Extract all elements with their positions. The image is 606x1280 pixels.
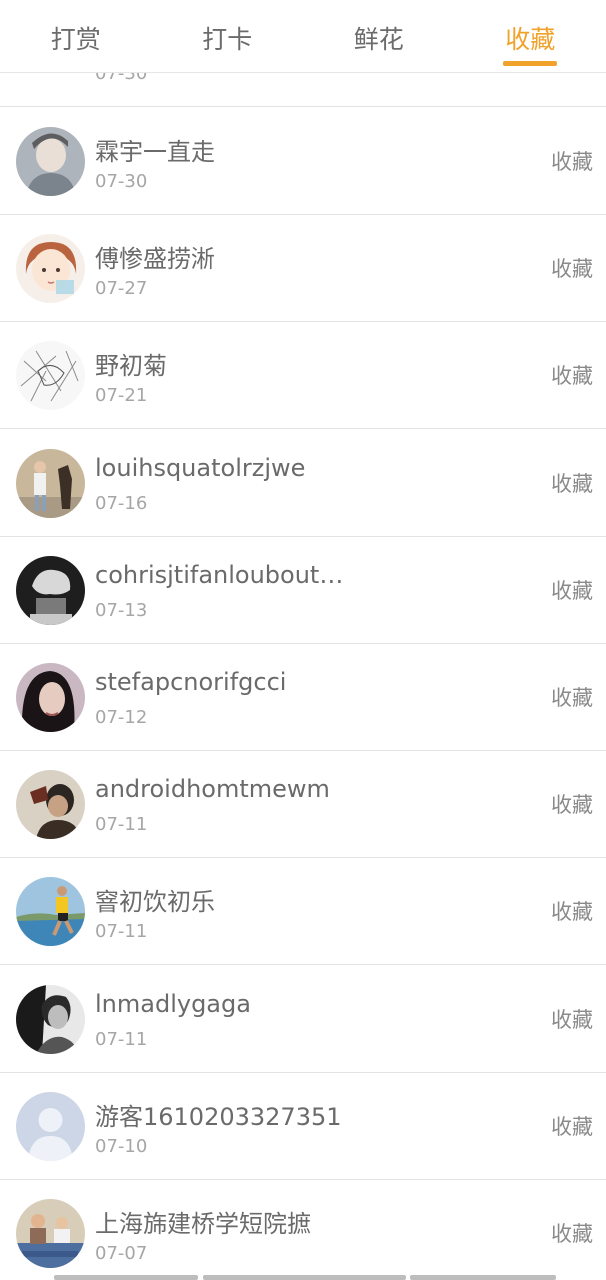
tab-bar: 打赏 打卡 鲜花 收藏: [0, 0, 606, 73]
avatar-person-dog-icon[interactable]: [16, 449, 85, 518]
bottom-bar-segment: [54, 1275, 198, 1280]
avatar-cartoon-girl-icon[interactable]: [16, 234, 85, 303]
date-label: 07-10: [95, 1136, 148, 1157]
date-label: 07-30: [95, 171, 148, 192]
avatar-man-bw-icon[interactable]: [16, 985, 85, 1054]
favorite-action-label[interactable]: 收藏: [551, 253, 593, 283]
user-name: 游客1610203327351: [95, 1103, 342, 1131]
bottom-edge-bars: [0, 1274, 606, 1280]
list-item[interactable]: 霖宇一直走 07-30 收藏: [0, 108, 606, 215]
date-label: 07-16: [95, 493, 148, 514]
favorite-action-label[interactable]: 收藏: [551, 468, 593, 498]
bottom-bar-segment: [203, 1275, 406, 1280]
active-tab-indicator: [503, 61, 558, 66]
favorite-action-label[interactable]: 收藏: [551, 360, 593, 390]
tab-reward[interactable]: 打赏: [0, 0, 152, 72]
tab-label: 打卡: [202, 25, 253, 54]
tab-checkin[interactable]: 打卡: [152, 0, 304, 72]
favorite-action-label[interactable]: 收藏: [551, 789, 593, 819]
list-item[interactable]: lnmadlygaga 07-11 收藏: [0, 966, 606, 1073]
date-label: 07-11: [95, 1029, 148, 1050]
user-name: androidhomtmewm: [95, 775, 330, 803]
avatar-person-grey-icon[interactable]: [16, 127, 85, 196]
tab-label: 打赏: [50, 25, 101, 54]
tab-flowers[interactable]: 鲜花: [303, 0, 455, 72]
list-item[interactable]: 游客1610203327351 07-10 收藏: [0, 1073, 606, 1180]
bottom-bar-segment: [410, 1275, 556, 1280]
list-item[interactable]: 窨初饮初乐 07-11 收藏: [0, 858, 606, 965]
favorite-action-label[interactable]: 收藏: [551, 1111, 593, 1141]
favorite-action-label[interactable]: 收藏: [551, 682, 593, 712]
list-item[interactable]: louihsquatolrzjwe 07-16 收藏: [0, 430, 606, 537]
date-label: 07-13: [95, 600, 148, 621]
avatar-group-photo-icon[interactable]: [16, 1199, 85, 1268]
date-label: 07-27: [95, 278, 148, 299]
user-name: lnmadlygaga: [95, 990, 251, 1018]
list-item[interactable]: androidhomtmewm 07-11 收藏: [0, 751, 606, 858]
favorite-action-label[interactable]: 收藏: [551, 896, 593, 926]
user-name: 上海旆建桥学短院摭: [95, 1210, 311, 1238]
user-name: 窨初饮初乐: [95, 888, 215, 916]
list-item[interactable]: 野初菊 07-21 收藏: [0, 322, 606, 429]
tab-favorites[interactable]: 收藏: [455, 0, 606, 72]
avatar-man-drinking-icon[interactable]: [16, 770, 85, 839]
list-item[interactable]: cohrisjtifanloubout… 07-13 收藏: [0, 537, 606, 644]
avatar-default-user-icon[interactable]: [16, 1092, 85, 1161]
avatar-statue-icon[interactable]: [16, 556, 85, 625]
avatar-sketch-icon[interactable]: [16, 341, 85, 410]
tab-label: 鲜花: [353, 25, 404, 54]
list-item[interactable]: 傅惨盛捞淅 07-27 收藏: [0, 215, 606, 322]
avatar-runner-icon[interactable]: [16, 877, 85, 946]
user-name: stefapcnorifgcci: [95, 668, 287, 696]
date-label: 07-11: [95, 921, 148, 942]
favorites-page: 07-30 霖宇一直走 07-30 收藏 傅惨盛捞淅 07-27 收藏 野初菊 …: [0, 0, 606, 1280]
avatar-woman-dark-icon[interactable]: [16, 663, 85, 732]
tab-label: 收藏: [505, 25, 556, 54]
date-label: 07-07: [95, 1243, 148, 1264]
date-label: 07-12: [95, 707, 148, 728]
user-name: 野初菊: [95, 352, 167, 380]
favorite-action-label[interactable]: 收藏: [551, 146, 593, 176]
user-name: louihsquatolrzjwe: [95, 454, 306, 482]
favorite-action-label[interactable]: 收藏: [551, 1218, 593, 1248]
list-item[interactable]: stefapcnorifgcci 07-12 收藏: [0, 644, 606, 751]
list-item[interactable]: 上海旆建桥学短院摭 07-07 收藏: [0, 1180, 606, 1280]
user-name: 傅惨盛捞淅: [95, 245, 215, 273]
favorite-action-label[interactable]: 收藏: [551, 1004, 593, 1034]
user-name: cohrisjtifanloubout…: [95, 561, 344, 589]
user-name: 霖宇一直走: [95, 138, 215, 166]
date-label: 07-21: [95, 385, 148, 406]
date-label: 07-11: [95, 814, 148, 835]
favorite-action-label[interactable]: 收藏: [551, 575, 593, 605]
